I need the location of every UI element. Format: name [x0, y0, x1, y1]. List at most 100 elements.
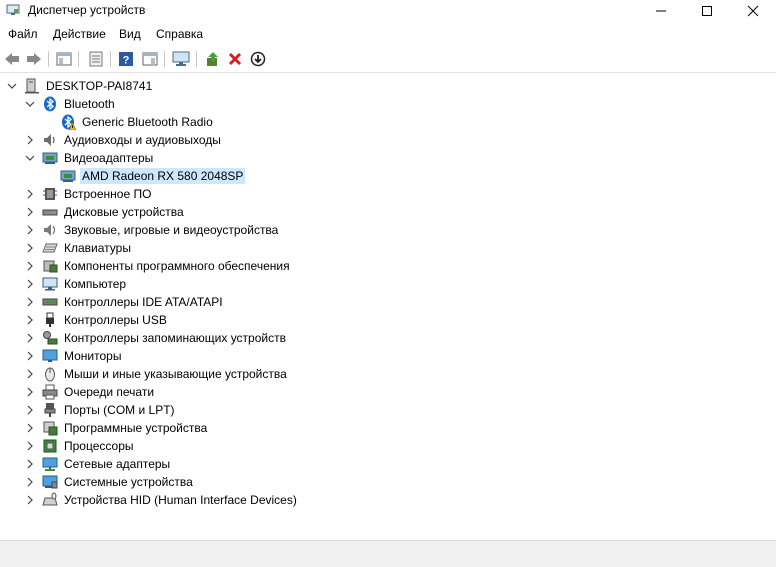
maximize-button[interactable] [684, 0, 730, 22]
sound-icon [42, 222, 58, 238]
menu-help[interactable]: Справка [156, 27, 203, 41]
category-label: Компоненты программного обеспечения [64, 259, 290, 273]
toolbar-separator [164, 51, 165, 67]
menu-action[interactable]: Действие [53, 27, 106, 41]
category-label: Компьютер [64, 277, 127, 291]
monitor-icon [42, 348, 58, 364]
expand-chevron-icon[interactable] [24, 257, 36, 275]
title-bar: Диспетчер устройств [0, 0, 776, 22]
category-computer[interactable]: Компьютер [24, 275, 128, 293]
update-driver-icon[interactable] [203, 49, 223, 69]
category-label: Звуковые, игровые и видеоустройства [64, 223, 279, 237]
toolbar-separator [78, 51, 79, 67]
device-amd-radeon[interactable]: AMD Radeon RX 580 2048SP [60, 167, 246, 185]
category-audio-io[interactable]: Аудиовходы и аудиовыходы [24, 131, 223, 149]
category-system-devices[interactable]: Системные устройства [24, 473, 195, 491]
svg-text:?: ? [123, 55, 130, 67]
category-ide-controllers[interactable]: Контроллеры IDE ATA/ATAPI [24, 293, 225, 311]
menu-file[interactable]: Файл [8, 27, 38, 41]
scan-changes-icon[interactable] [140, 49, 160, 69]
expand-chevron-icon[interactable] [24, 401, 36, 419]
processor-icon [42, 438, 58, 454]
expand-chevron-icon[interactable] [24, 239, 36, 257]
category-software-components[interactable]: Компоненты программного обеспечения [24, 257, 292, 275]
expand-chevron-icon[interactable] [24, 455, 36, 473]
expand-chevron-icon[interactable] [24, 491, 36, 509]
expand-chevron-icon[interactable] [24, 185, 36, 203]
category-mice[interactable]: Мыши и иные указывающие устройства [24, 365, 289, 383]
category-storage-controllers[interactable]: Контроллеры запоминающих устройств [24, 329, 288, 347]
uninstall-icon[interactable] [225, 49, 245, 69]
category-disk-drives[interactable]: Дисковые устройства [24, 203, 186, 221]
device-manager-app-icon [6, 4, 20, 16]
bluetooth-warning-icon [60, 114, 76, 130]
mouse-icon [42, 366, 58, 382]
category-display-adapters[interactable]: Видеоадаптеры [24, 149, 155, 167]
toolbar: ? [0, 46, 776, 73]
software-component-icon [42, 258, 58, 274]
computer-icon [24, 78, 40, 94]
category-label: Очереди печати [64, 385, 155, 399]
ide-controller-icon [42, 294, 58, 310]
monitor-icon[interactable] [171, 49, 191, 69]
collapse-chevron-icon[interactable] [24, 149, 36, 167]
category-network-adapters[interactable]: Сетевые адаптеры [24, 455, 172, 473]
category-label: Процессоры [64, 439, 134, 453]
menu-view[interactable]: Вид [119, 27, 141, 41]
disable-device-icon[interactable] [248, 49, 268, 69]
category-processors[interactable]: Процессоры [24, 437, 136, 455]
close-button[interactable] [730, 0, 776, 22]
category-hid[interactable]: Устройства HID (Human Interface Devices) [24, 491, 299, 509]
category-sound[interactable]: Звуковые, игровые и видеоустройства [24, 221, 280, 239]
category-print-queues[interactable]: Очереди печати [24, 383, 156, 401]
category-software-devices[interactable]: Программные устройства [24, 419, 209, 437]
category-label: Сетевые адаптеры [64, 457, 171, 471]
category-label: Видеоадаптеры [64, 151, 154, 165]
menu-bar: Файл Действие Вид Справка [0, 22, 776, 44]
properties-icon[interactable] [86, 49, 106, 69]
expand-chevron-icon[interactable] [24, 131, 36, 149]
port-icon [42, 402, 58, 418]
toolbar-separator [196, 51, 197, 67]
audio-io-icon [42, 132, 58, 148]
expand-chevron-icon[interactable] [24, 293, 36, 311]
network-adapter-icon [42, 456, 58, 472]
expand-chevron-icon[interactable] [24, 473, 36, 491]
firmware-icon [42, 186, 58, 202]
expand-chevron-icon[interactable] [24, 311, 36, 329]
hid-icon [42, 492, 58, 508]
category-label: Bluetooth [64, 97, 115, 111]
category-usb-controllers[interactable]: Контроллеры USB [24, 311, 169, 329]
expand-chevron-icon[interactable] [24, 383, 36, 401]
category-ports[interactable]: Порты (COM и LPT) [24, 401, 177, 419]
category-label: Контроллеры USB [64, 313, 167, 327]
category-label: Программные устройства [64, 421, 208, 435]
category-keyboards[interactable]: Клавиатуры [24, 239, 133, 257]
keyboard-icon [42, 240, 58, 256]
expand-chevron-icon[interactable] [24, 437, 36, 455]
tree-root[interactable]: DESKTOP-PAI8741 [6, 77, 154, 95]
expand-chevron-icon[interactable] [24, 203, 36, 221]
expand-chevron-icon[interactable] [24, 275, 36, 293]
system-device-icon [42, 474, 58, 490]
category-monitors[interactable]: Мониторы [24, 347, 123, 365]
expand-chevron-icon[interactable] [24, 347, 36, 365]
computer-name: DESKTOP-PAI8741 [46, 79, 153, 93]
forward-icon[interactable] [24, 49, 44, 69]
expand-chevron-icon[interactable] [24, 221, 36, 239]
computer-icon [42, 276, 58, 292]
collapse-chevron-icon[interactable] [24, 95, 36, 113]
device-generic-bluetooth-radio[interactable]: Generic Bluetooth Radio [60, 113, 215, 131]
help-icon[interactable]: ? [116, 49, 136, 69]
expand-chevron-icon[interactable] [24, 365, 36, 383]
expand-chevron-icon[interactable] [24, 329, 36, 347]
back-icon[interactable] [2, 49, 22, 69]
category-label: Контроллеры запоминающих устройств [64, 331, 286, 345]
category-bluetooth[interactable]: Bluetooth [24, 95, 117, 113]
show-hide-tree-icon[interactable] [54, 49, 74, 69]
minimize-button[interactable] [638, 0, 684, 22]
collapse-chevron-icon[interactable] [6, 77, 18, 95]
category-label: Мониторы [64, 349, 122, 363]
category-firmware[interactable]: Встроенное ПО [24, 185, 153, 203]
expand-chevron-icon[interactable] [24, 419, 36, 437]
